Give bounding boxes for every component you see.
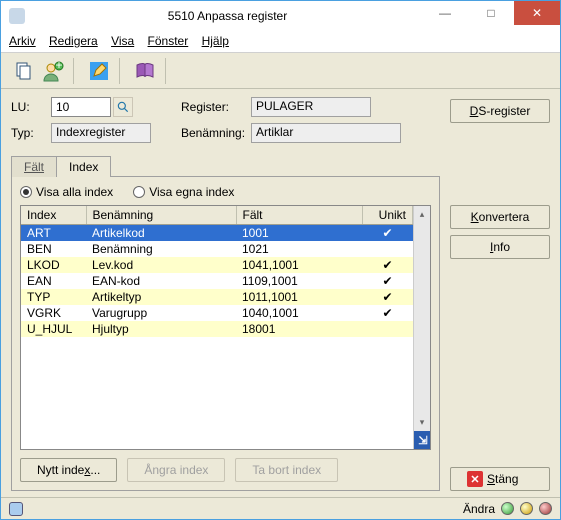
minimize-button[interactable]: — [422,1,468,25]
tab-panel-index: Visa alla index Visa egna index Index Be… [11,176,440,491]
toolbar: + [1,53,560,89]
toolbar-user-add-icon[interactable]: + [39,57,67,85]
info-button[interactable]: Info [450,235,550,259]
table-row[interactable]: BENBenämning1021 [21,241,413,257]
register-value: PULAGER [251,97,371,117]
nytt-index-button[interactable]: Nytt index... [20,458,117,482]
col-unikt[interactable]: Unikt [363,206,413,225]
lu-search-icon[interactable] [113,97,133,117]
radio-dot-empty-icon [133,186,145,198]
menu-hjalp[interactable]: Hjälp [202,34,229,48]
ds-register-button[interactable]: DS-register [450,99,550,123]
lock-icon [9,502,23,516]
window-title: 5510 Anpassa register [33,9,422,23]
scroll-up-icon[interactable]: ▴ [414,206,430,223]
app-window: 5510 Anpassa register — □ ✕ Arkiv Redige… [0,0,561,520]
benamning-value: Artiklar [251,123,401,143]
table-row[interactable]: LKODLev.kod1041,1001✔ [21,257,413,273]
table-row[interactable]: VGRKVarugrupp1040,1001✔ [21,305,413,321]
maximize-button[interactable]: □ [468,1,514,25]
table-row[interactable]: ARTArtikelkod1001✔ [21,225,413,242]
konvertera-button[interactable]: Konvertera [450,205,550,229]
col-benamning[interactable]: Benämning [86,206,236,225]
table-row[interactable]: EANEAN-kod1109,1001✔ [21,273,413,289]
statusbar: Ändra [1,497,560,519]
titlebar[interactable]: 5510 Anpassa register — □ ✕ [1,1,560,31]
tabort-index-button: Ta bort index [235,458,338,482]
benamning-label: Benämning: [181,126,251,140]
svg-text:+: + [55,59,62,72]
col-falt[interactable]: Fält [236,206,363,225]
tabstrip: Fält Index [11,155,440,176]
radio-dot-filled-icon [20,186,32,198]
typ-label: Typ: [11,126,51,140]
angra-index-button: Ångra index [127,458,225,482]
scroll-down-icon[interactable]: ▾ [414,414,430,431]
menu-arkiv[interactable]: Arkiv [9,34,36,48]
menu-visa[interactable]: Visa [111,34,134,48]
radio-visa-alla[interactable]: Visa alla index [20,185,113,199]
table-row[interactable]: U_HJULHjultyp18001 [21,321,413,337]
menu-fonster[interactable]: Fönster [148,34,189,48]
close-window-button[interactable]: ✕ [514,1,560,25]
grid-scrollbar[interactable]: ▴ ▾ ⇲ [413,206,430,449]
toolbar-edit-icon[interactable] [85,57,113,85]
tab-index[interactable]: Index [56,156,111,177]
led-red-icon [539,502,552,515]
stang-button[interactable]: ✕Stäng [450,467,550,491]
grid-corner-icon[interactable]: ⇲ [414,431,431,449]
toolbar-copy-icon[interactable] [9,57,37,85]
lu-label: LU: [11,100,51,114]
menu-redigera[interactable]: Redigera [49,34,98,48]
col-index[interactable]: Index [21,206,86,225]
tab-falt[interactable]: Fält [11,156,57,177]
close-icon: ✕ [467,471,483,487]
led-green-icon [501,502,514,515]
toolbar-book-icon[interactable] [131,57,159,85]
radio-visa-egna[interactable]: Visa egna index [133,185,234,199]
menubar: Arkiv Redigera Visa Fönster Hjälp [1,31,560,53]
register-label: Register: [181,100,251,114]
table-row[interactable]: TYPArtikeltyp1011,1001✔ [21,289,413,305]
led-yellow-icon [520,502,533,515]
lu-input[interactable] [51,97,111,117]
typ-value: Indexregister [51,123,151,143]
status-mode: Ändra [463,502,495,516]
index-grid[interactable]: Index Benämning Fält Unikt ARTArtikelkod… [20,205,431,450]
app-icon [9,8,25,24]
